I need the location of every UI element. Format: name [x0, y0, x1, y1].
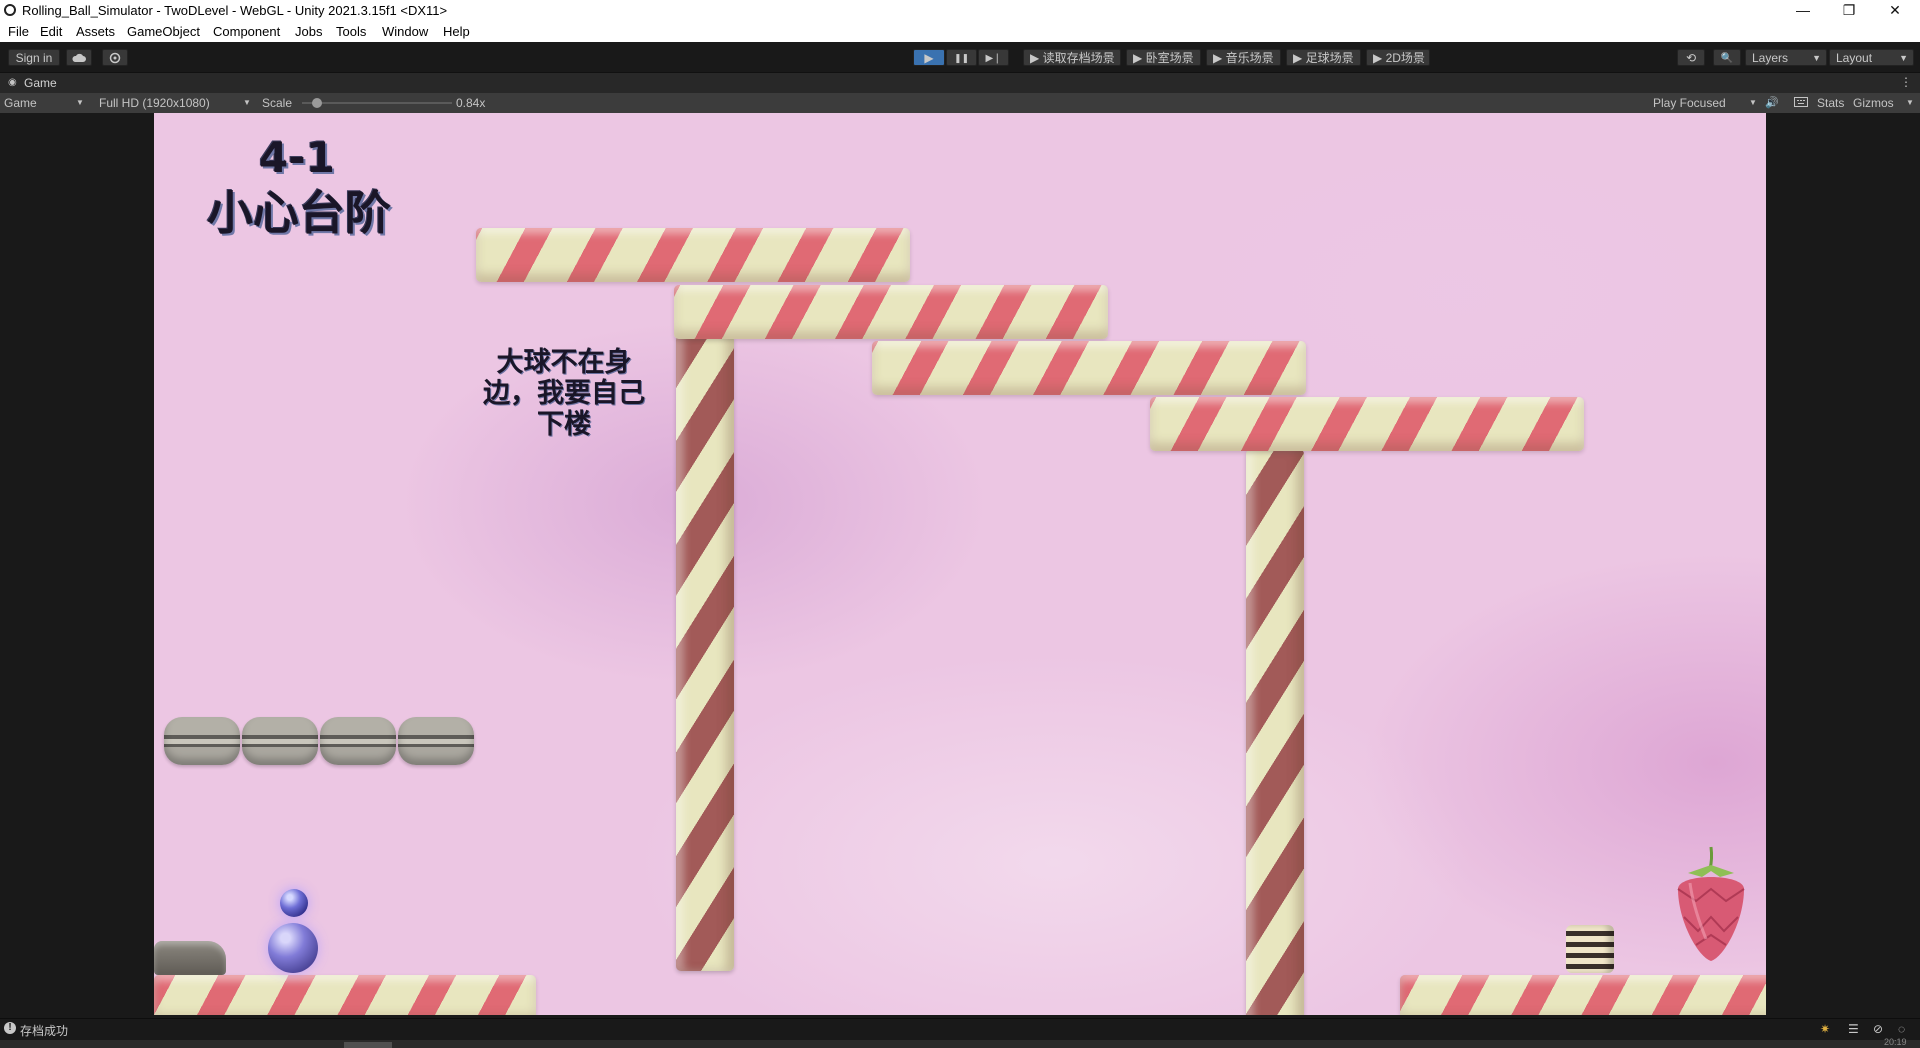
stone-block — [154, 941, 226, 975]
candy-ground — [1400, 975, 1766, 1015]
macaron — [398, 717, 474, 765]
macaron — [164, 717, 240, 765]
load-save-scene-button[interactable]: ▶ 读取存档场景 — [1023, 49, 1121, 66]
chevron-down-icon[interactable]: ▼ — [1906, 98, 1914, 107]
strawberry-goal-icon — [1677, 846, 1745, 961]
scale-slider[interactable] — [302, 98, 452, 108]
small-ball-player — [280, 889, 308, 917]
info-icon: ! — [4, 1022, 16, 1034]
candy-post — [676, 335, 734, 971]
game-tab-bar: ◉ Game ⋮ — [0, 73, 1920, 93]
cloud-icon[interactable] — [66, 49, 92, 66]
check-icon[interactable]: ◌ — [1898, 1022, 1905, 1036]
level-number: 4-1 — [259, 133, 335, 182]
display-dropdown[interactable]: Game ▼ — [4, 96, 86, 110]
letterbox-left — [0, 113, 154, 1015]
menu-bar: File Edit Assets GameObject Component Jo… — [0, 22, 1920, 42]
menu-edit[interactable]: Edit — [40, 24, 62, 39]
menu-gameobject[interactable]: GameObject — [127, 24, 200, 39]
resolution-dropdown[interactable]: Full HD (1920x1080) ▼ — [99, 96, 251, 110]
restore-button[interactable]: ❐ — [1826, 0, 1872, 22]
candy-platform — [872, 341, 1306, 395]
status-bar: ! 存档成功 ✷ ☰ ⊘ ◌ — [0, 1018, 1920, 1041]
chevron-down-icon: ▼ — [1899, 53, 1908, 63]
hint-text: 大球不在身 边，我要自己 下楼 — [454, 347, 674, 440]
menu-assets[interactable]: Assets — [76, 24, 115, 39]
bedroom-scene-button[interactable]: ▶ 卧室场景 — [1126, 49, 1201, 66]
game-viewport[interactable]: 4-1 小心台阶 大球不在身 边，我要自己 下楼 — [154, 113, 1766, 1015]
main-toolbar: Sign in ▶ ❚❚ ▶❘ ▶ 读取存档场景 ▶ 卧室场景 ▶ 音乐场景 ▶… — [0, 42, 1920, 73]
play-mode-label: Play Focused — [1653, 96, 1726, 110]
scroll-thumb[interactable] — [344, 1042, 392, 1048]
chevron-down-icon: ▼ — [76, 98, 84, 107]
mute-audio-icon[interactable]: 🔊 — [1765, 96, 1779, 109]
ball-player-body — [268, 923, 318, 973]
scale-value: 0.84x — [456, 96, 486, 110]
hint-line-3: 下楼 — [537, 409, 591, 440]
macaron — [320, 717, 396, 765]
tab-menu-icon[interactable]: ⋮ — [1900, 75, 1912, 89]
tab-game[interactable]: Game — [24, 76, 57, 90]
display-label: Game — [4, 96, 37, 110]
status-message[interactable]: 存档成功 — [20, 1022, 68, 1039]
hint-line-2: 边，我要自己 — [483, 378, 645, 409]
scale-label: Scale — [262, 96, 293, 110]
candy-ground — [154, 975, 536, 1015]
search-icon[interactable]: 🔍 — [1713, 49, 1741, 66]
close-button[interactable]: ✕ — [1872, 0, 1918, 22]
candy-platform — [476, 228, 910, 282]
2d-scene-button[interactable]: ▶ 2D场景 — [1366, 49, 1430, 66]
unity-logo-icon — [4, 4, 16, 16]
macaron — [242, 717, 318, 765]
step-button[interactable]: ▶❘ — [978, 49, 1009, 66]
level-name: 小心台阶 — [207, 186, 391, 240]
soccer-scene-button[interactable]: ▶ 足球场景 — [1286, 49, 1361, 66]
play-button[interactable]: ▶ — [913, 49, 945, 66]
hint-line-1: 大球不在身 — [496, 347, 632, 378]
resolution-label: Full HD (1920x1080) — [99, 96, 210, 110]
layout-label: Layout — [1836, 51, 1873, 65]
minimize-button[interactable]: — — [1780, 0, 1826, 22]
layout-dropdown[interactable]: Layout ▼ — [1829, 49, 1914, 66]
gamepad-icon: ◉ — [8, 77, 17, 88]
menu-component[interactable]: Component — [213, 24, 280, 39]
collab-icon[interactable] — [102, 49, 128, 66]
window-title-bar: Rolling_Ball_Simulator - TwoDLevel - Web… — [0, 0, 1920, 22]
menu-window[interactable]: Window — [382, 24, 428, 39]
chevron-down-icon: ▼ — [1812, 53, 1821, 63]
candy-post — [1246, 449, 1304, 1015]
gizmos-button[interactable]: Gizmos — [1853, 96, 1894, 110]
window-title: Rolling_Ball_Simulator - TwoDLevel - Web… — [22, 3, 448, 18]
clock-text: 20:19 — [1884, 1037, 1907, 1047]
bug-icon[interactable]: ✷ — [1820, 1022, 1830, 1036]
game-view-controls: Game ▼ Full HD (1920x1080) ▼ Scale 0.84x… — [0, 93, 1920, 113]
music-scene-button[interactable]: ▶ 音乐场景 — [1206, 49, 1281, 66]
cache-server-icon[interactable]: ☰ — [1848, 1022, 1859, 1036]
history-icon[interactable]: ⟲ — [1677, 49, 1705, 66]
taskbar-strip: 20:19 — [0, 1037, 1920, 1048]
menu-tools[interactable]: Tools — [336, 24, 366, 39]
menu-help[interactable]: Help — [443, 24, 470, 39]
network-icon[interactable]: ⊘ — [1873, 1022, 1883, 1036]
layers-dropdown[interactable]: Layers ▼ — [1745, 49, 1827, 66]
layers-label: Layers — [1752, 51, 1789, 65]
play-mode-dropdown[interactable]: Play Focused ▼ — [1653, 96, 1757, 110]
scale-slider-handle[interactable] — [312, 98, 322, 108]
layered-cake — [1566, 925, 1614, 973]
menu-jobs[interactable]: Jobs — [295, 24, 322, 39]
stats-button[interactable]: Stats — [1817, 96, 1844, 110]
letterbox-right — [1766, 113, 1920, 1015]
pause-button[interactable]: ❚❚ — [946, 49, 977, 66]
candy-platform — [674, 285, 1108, 339]
chevron-down-icon: ▼ — [1749, 98, 1757, 107]
chevron-down-icon: ▼ — [243, 98, 251, 107]
keyboard-icon[interactable] — [1794, 96, 1808, 110]
menu-file[interactable]: File — [8, 24, 29, 39]
candy-platform — [1150, 397, 1584, 451]
sign-in-button[interactable]: Sign in — [8, 49, 60, 66]
